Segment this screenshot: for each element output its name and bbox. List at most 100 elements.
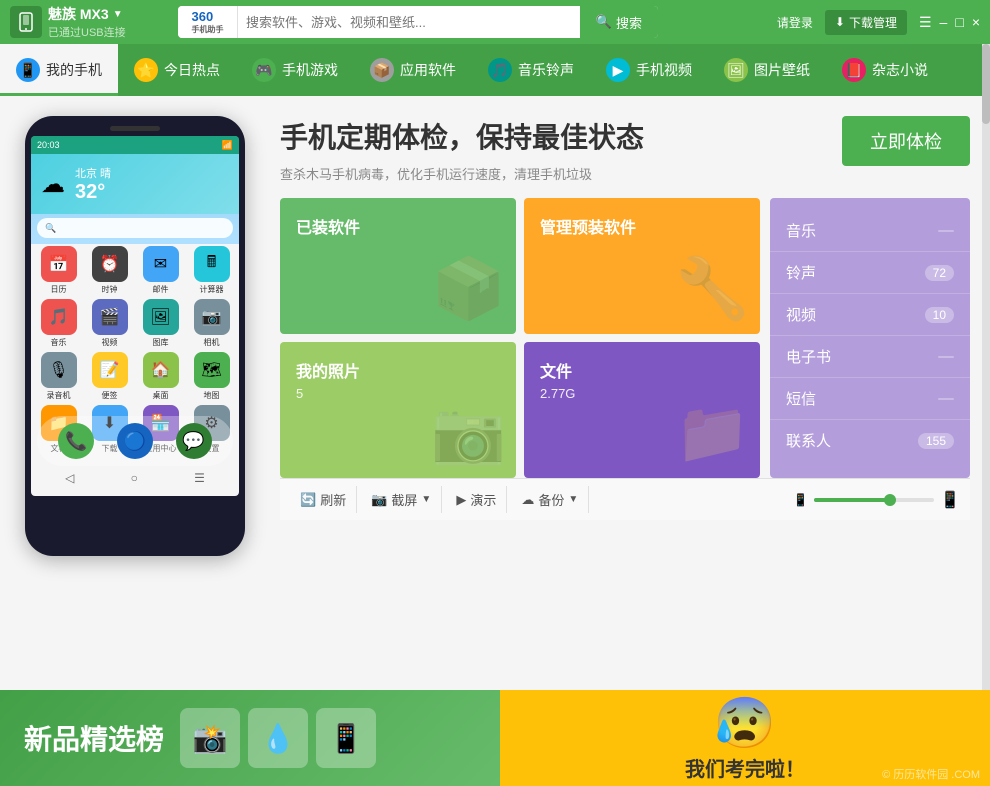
search-logo: 360 手机助手 — [178, 6, 238, 38]
tile-preinstalled-apps[interactable]: 管理预装软件 🔧 — [524, 198, 760, 334]
weather-city: 北京 晴 — [75, 165, 111, 181]
phone-search-bar[interactable]: 🔍 — [37, 218, 233, 238]
banner-left[interactable]: 新品精选榜 📸 💧 📱 — [0, 690, 500, 786]
notes-icon: 📝 — [92, 352, 128, 388]
ringtone-badge: 72 — [925, 265, 954, 281]
music-sidebar-label: 音乐 — [786, 220, 816, 241]
banner-product-1[interactable]: 📸 — [180, 708, 240, 768]
phone-app-calendar[interactable]: 📅 日历 — [35, 246, 82, 295]
tile-photos-title: 我的照片 — [296, 358, 500, 382]
nav-label-wallpaper: 图片壁纸 — [754, 60, 810, 80]
zoom-slider-track[interactable] — [814, 498, 934, 502]
phone-app-email[interactable]: ✉ 邮件 — [137, 246, 184, 295]
dock-chat[interactable]: 💬 — [176, 423, 212, 459]
phone-app-maps[interactable]: 🗺 地图 — [188, 352, 235, 401]
video-nav-icon: ▶ — [606, 58, 630, 82]
phone-menu-btn[interactable]: ☰ — [194, 471, 205, 485]
phone-nav-buttons: ◁ ○ ☰ — [37, 468, 233, 488]
phone-app-camera[interactable]: 📷 相机 — [188, 299, 235, 348]
screenshot-button[interactable]: 📷 截屏 ▼ — [361, 486, 442, 513]
phone-app-notes[interactable]: 📝 便签 — [86, 352, 133, 401]
phone-app-clock[interactable]: ⏰ 时钟 — [86, 246, 133, 295]
nav-item-wallpaper[interactable]: 🖼 图片壁纸 — [708, 44, 826, 96]
dropdown-arrow[interactable]: ▼ — [113, 9, 123, 20]
scrollbar-thumb[interactable] — [982, 44, 990, 124]
maps-label: 地图 — [204, 390, 220, 401]
nav-label-music: 音乐铃声 — [518, 60, 574, 80]
phone-back-btn[interactable]: ◁ — [65, 471, 74, 485]
email-icon: ✉ — [143, 246, 179, 282]
watermark: © 历历软件园 .COM — [882, 766, 980, 782]
nav-label-magazine: 杂志小说 — [872, 60, 928, 80]
backup-dropdown[interactable]: ▼ — [568, 494, 578, 505]
banner-product-3[interactable]: 📱 — [316, 708, 376, 768]
download-manager-button[interactable]: ⬇ 下载管理 — [825, 10, 907, 35]
refresh-label: 刷新 — [320, 490, 346, 509]
tile-files-title: 文件 — [540, 358, 744, 382]
phone-app-recorder[interactable]: 🎙 录音机 — [35, 352, 82, 401]
search-button[interactable]: 🔍 搜索 — [580, 6, 658, 38]
contacts-badge: 155 — [918, 433, 954, 449]
sidebar-item-sms[interactable]: 短信 — [770, 378, 970, 420]
search-area: 360 手机助手 🔍 搜索 — [178, 6, 658, 38]
calc-icon: 🖩 — [194, 246, 230, 282]
tile-files[interactable]: 文件 2.77G 📁 — [524, 342, 760, 478]
tile-installed-apps[interactable]: 已装软件 📦 — [280, 198, 516, 334]
nav-label-phone: 我的手机 — [46, 60, 102, 80]
nav-item-phone[interactable]: 📱 我的手机 — [0, 44, 118, 96]
minimize-button[interactable]: – — [940, 14, 948, 30]
phone-app-desktop[interactable]: 🏠 桌面 — [137, 352, 184, 401]
dock-browser[interactable]: 🔵 — [117, 423, 153, 459]
phone-home-btn[interactable]: ○ — [131, 471, 138, 485]
bottom-banner: 新品精选榜 📸 💧 📱 😰 我们考完啦！ © 历历软件园 .COM — [0, 690, 990, 786]
phone-app-calc[interactable]: 🖩 计算器 — [188, 246, 235, 295]
screenshot-dropdown[interactable]: ▼ — [421, 494, 431, 505]
sidebar-item-video[interactable]: 视频 10 — [770, 294, 970, 336]
banner-face-emoji: 😰 — [685, 694, 805, 753]
backup-label: 备份 — [538, 490, 564, 509]
phone-app-gallery[interactable]: 🖼 图库 — [137, 299, 184, 348]
phone-app-music[interactable]: 🎵 音乐 — [35, 299, 82, 348]
music-label: 音乐 — [51, 337, 67, 348]
weather-icon: ☁ — [41, 170, 65, 199]
device-icon — [10, 6, 42, 38]
check-button[interactable]: 立即体检 — [842, 116, 970, 166]
device-text: 魅族 MX3 ▼ 已通过USB连接 — [48, 4, 126, 40]
nav-item-hotspot[interactable]: ⭐ 今日热点 — [118, 44, 236, 96]
nav-label-apps: 应用软件 — [400, 60, 456, 80]
nav-item-music[interactable]: 🎵 音乐铃声 — [472, 44, 590, 96]
banner-product-2[interactable]: 💧 — [248, 708, 308, 768]
close-button[interactable]: × — [972, 14, 980, 30]
nav-item-magazine[interactable]: 📕 杂志小说 — [826, 44, 944, 96]
tile-installed-icon: 📦 — [431, 253, 506, 324]
sidebar-item-music[interactable]: 音乐 — [770, 210, 970, 252]
backup-button[interactable]: ☁ 备份 ▼ — [511, 486, 589, 513]
search-icon: 🔍 — [596, 14, 612, 30]
maximize-button[interactable]: □ — [955, 14, 963, 30]
tile-photos[interactable]: 我的照片 5 📷 — [280, 342, 516, 478]
refresh-button[interactable]: 🔄 刷新 — [290, 486, 357, 513]
nav-item-games[interactable]: 🎮 手机游戏 — [236, 44, 354, 96]
weather-temp: 32° — [75, 181, 111, 204]
sidebar-item-ebook[interactable]: 电子书 — [770, 336, 970, 378]
demo-button[interactable]: ▶ 演示 — [446, 486, 507, 513]
ringtone-sidebar-label: 铃声 — [786, 262, 816, 283]
tile-photos-icon: 📷 — [431, 397, 506, 468]
sidebar-item-contacts[interactable]: 联系人 155 — [770, 420, 970, 461]
sidebar-item-ringtone[interactable]: 铃声 72 — [770, 252, 970, 294]
nav-item-apps[interactable]: 📦 应用软件 — [354, 44, 472, 96]
notes-label: 便签 — [102, 390, 118, 401]
menu-icon[interactable]: ☰ — [919, 14, 932, 31]
calendar-label: 日历 — [51, 284, 67, 295]
banner-right[interactable]: 😰 我们考完啦！ © 历历软件园 .COM — [500, 690, 990, 786]
screenshot-icon: 📷 — [371, 492, 387, 508]
phone-search-icon: 🔍 — [45, 223, 56, 234]
tiles-left: 已装软件 📦 管理预装软件 🔧 我的照片 5 📷 文件 2.77G — [280, 198, 760, 478]
phone-app-video[interactable]: 🎬 视频 — [86, 299, 133, 348]
login-button[interactable]: 请登录 — [777, 14, 813, 31]
nav-item-video[interactable]: ▶ 手机视频 — [590, 44, 708, 96]
demo-label: 演示 — [470, 490, 496, 509]
search-input[interactable] — [238, 15, 580, 30]
dock-phone[interactable]: 📞 — [58, 423, 94, 459]
zoom-slider-thumb[interactable] — [884, 494, 896, 506]
